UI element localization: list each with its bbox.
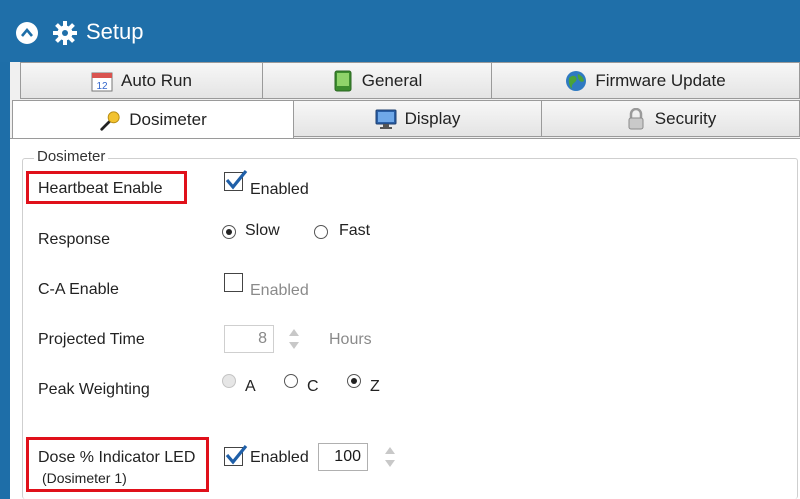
tab-label: Firmware Update: [595, 70, 726, 90]
dose-led-sublabel: (Dosimeter 1): [42, 470, 127, 486]
padlock-icon: [625, 107, 647, 130]
check-icon: [225, 444, 248, 465]
projected-time-unit: Hours: [329, 331, 372, 348]
calendar-icon: 12: [91, 70, 113, 92]
gear-icon: [53, 21, 77, 45]
ca-enable-label: C-A Enable: [38, 281, 119, 298]
projected-time-label: Projected Time: [38, 331, 145, 348]
heartbeat-checkbox-label: Enabled: [250, 181, 309, 198]
check-icon: [225, 169, 248, 190]
tab-label: Display: [404, 108, 461, 128]
peak-weighting-a-radio[interactable]: [222, 374, 236, 388]
response-fast-radio[interactable]: [314, 225, 328, 239]
microphone-icon: [99, 109, 121, 131]
tab-label: Dosimeter: [129, 109, 207, 129]
peak-weighting-c-label: C: [307, 378, 319, 395]
svg-text:12: 12: [96, 81, 108, 92]
tab-auto-run[interactable]: 12 Auto Run: [20, 62, 263, 99]
globe-icon: [565, 70, 587, 92]
window-title: Setup: [86, 19, 144, 44]
dose-led-spinner-icon[interactable]: [383, 444, 397, 470]
projected-time-spinner-icon[interactable]: [287, 326, 301, 352]
dose-led-checkbox-label: Enabled: [250, 449, 309, 466]
peak-weighting-c-radio[interactable]: [284, 374, 298, 388]
peak-weighting-a-label: A: [245, 378, 256, 395]
monitor-icon: [375, 108, 397, 130]
response-slow-radio[interactable]: [222, 225, 236, 239]
group-label: Dosimeter: [34, 148, 109, 165]
collapse-button[interactable]: [16, 22, 38, 44]
title-bar: Setup: [0, 0, 800, 62]
heartbeat-checkbox[interactable]: [224, 169, 248, 191]
response-fast-label: Fast: [339, 222, 371, 239]
tab-security[interactable]: Security: [541, 100, 800, 137]
dose-led-label: Dose % Indicator LED: [38, 449, 196, 466]
response-label: Response: [38, 231, 111, 248]
peak-weighting-z-radio[interactable]: [347, 374, 361, 388]
tab-label: Security: [654, 108, 717, 128]
tab-display[interactable]: Display: [293, 100, 542, 137]
tab-label: General: [361, 70, 423, 90]
chevron-up-icon: [21, 28, 33, 37]
green-device-icon: [332, 70, 354, 92]
tab-general[interactable]: General: [262, 62, 492, 99]
tab-label: Auto Run: [121, 70, 192, 90]
tab-firmware-update[interactable]: Firmware Update: [491, 62, 800, 99]
peak-weighting-z-label: Z: [370, 378, 380, 395]
ca-enable-checkbox-label: Enabled: [250, 282, 309, 299]
projected-time-input[interactable]: 8: [224, 325, 274, 353]
response-slow-label: Slow: [245, 222, 280, 239]
dose-led-input[interactable]: 100: [318, 443, 368, 471]
tab-dosimeter[interactable]: Dosimeter: [12, 100, 294, 138]
heartbeat-label: Heartbeat Enable: [38, 180, 163, 197]
ca-enable-checkbox[interactable]: [224, 273, 243, 292]
peak-weighting-label: Peak Weighting: [38, 381, 150, 398]
dose-led-checkbox[interactable]: [224, 444, 248, 466]
